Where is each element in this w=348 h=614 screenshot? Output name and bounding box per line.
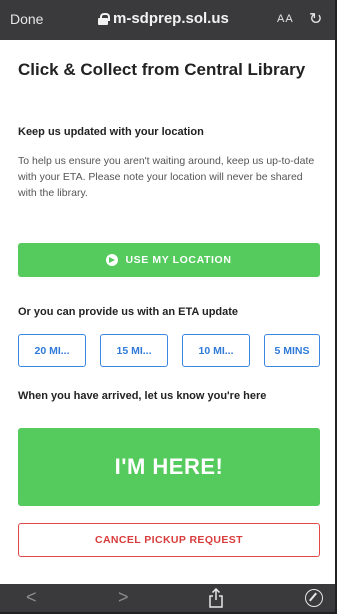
compass-icon[interactable] [305,589,323,607]
url-text: m-sdprep.sol.us [113,10,229,27]
eta-20-mins-button[interactable]: 20 MI... [18,334,86,367]
done-button[interactable]: Done [10,11,43,27]
eta-5-mins-button[interactable]: 5 MINS [264,334,320,367]
address-bar[interactable]: m-sdprep.sol.us [98,10,229,27]
lock-icon [98,12,110,25]
eta-15-mins-button[interactable]: 15 MI... [100,334,168,367]
chevron-left-icon[interactable]: < [26,587,37,608]
location-description: To help us ensure you aren't waiting aro… [18,155,315,199]
phone-screen: Done m-sdprep.sol.us AA ↻ Click & Collec… [0,0,337,614]
location-arrow-icon [106,254,119,266]
eta-10-mins-button[interactable]: 10 MI... [182,334,250,367]
use-my-location-label: USE MY LOCATION [125,254,232,266]
browser-top-bar: Done m-sdprep.sol.us AA ↻ [0,0,335,40]
browser-bottom-bar: < > [0,584,335,612]
arrived-heading: When you have arrived, let us know you'r… [18,390,267,402]
use-my-location-button[interactable]: USE MY LOCATION [18,243,320,277]
location-heading: Keep us updated with your location [18,126,204,138]
eta-heading: Or you can provide us with an ETA update [18,306,239,318]
reload-icon[interactable]: ↻ [309,9,322,29]
share-icon[interactable] [208,588,224,608]
im-here-button[interactable]: I'M HERE! [18,428,320,506]
chevron-right-icon[interactable]: > [118,587,129,608]
cancel-pickup-button[interactable]: CANCEL PICKUP REQUEST [18,523,320,557]
eta-options: 20 MI... 15 MI... 10 MI... 5 MINS [18,334,320,367]
page-content: Click & Collect from Central Library Kee… [0,40,335,584]
page-title: Click & Collect from Central Library [18,60,306,79]
text-size-button[interactable]: AA [277,13,294,25]
